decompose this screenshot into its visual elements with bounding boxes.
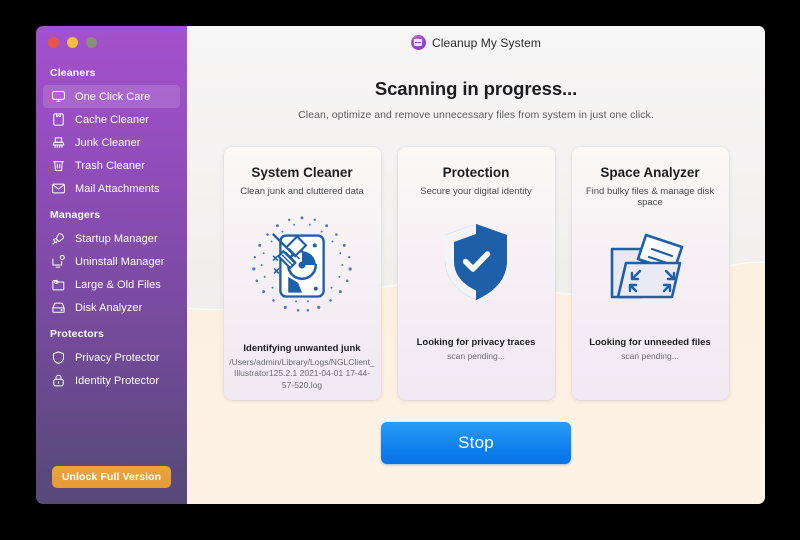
card-detail: scan pending... [621, 350, 679, 361]
folder-clock-icon [50, 276, 67, 293]
card-space-analyzer[interactable]: Space Analyzer Find bulky files & manage… [571, 147, 729, 400]
screen: Cleaners One Click Care Cache Cleaner Ju… [0, 0, 800, 540]
sidebar-item-label: Trash Cleaner [75, 159, 145, 172]
card-footer: Looking for unneeded files scan pending.… [572, 337, 729, 400]
sidebar-item-label: One Click Care [75, 90, 151, 103]
sidebar-item-label: Large & Old Files [75, 278, 161, 291]
app-title: Cleanup My System [431, 35, 542, 50]
sidebar-item-label: Privacy Protector [75, 351, 160, 364]
rocket-icon [50, 230, 67, 247]
sidebar-group-title-cleaners: Cleaners [50, 67, 96, 79]
envelope-icon [50, 180, 67, 197]
sidebar-group-title-protectors: Protectors [50, 328, 105, 340]
sidebar-item-label: Disk Analyzer [75, 301, 143, 314]
sidebar: Cleaners One Click Care Cache Cleaner Ju… [36, 26, 187, 504]
sidebar-item-large-and-old-files[interactable]: Large & Old Files [43, 273, 180, 296]
zoom-button[interactable] [86, 37, 97, 48]
sidebar-item-label: Identity Protector [75, 374, 160, 387]
action-bar: Stop [187, 422, 765, 464]
sidebar-item-one-click-care[interactable]: One Click Care [43, 85, 180, 108]
sidebar-item-mail-attachments[interactable]: Mail Attachments [43, 177, 180, 200]
app-titlebar: Cleanup My System [187, 26, 765, 59]
monitor-icon [50, 88, 67, 105]
unlock-full-version-button[interactable]: Unlock Full Version [52, 466, 171, 488]
close-button[interactable] [48, 37, 59, 48]
card-detail: scan pending... [447, 350, 505, 361]
trash-icon [50, 157, 67, 174]
sidebar-item-privacy-protector[interactable]: Privacy Protector [43, 346, 180, 369]
card-status: Looking for privacy traces [416, 336, 536, 348]
broom-icon [50, 134, 67, 151]
sidebar-item-identity-protector[interactable]: Identity Protector [43, 369, 180, 392]
card-title: Protection [442, 165, 510, 180]
broom-disk-scan-icon [224, 191, 381, 342]
sidebar-item-label: Mail Attachments [75, 182, 160, 195]
minimize-button[interactable] [67, 37, 78, 48]
monitor-gear-icon [50, 253, 67, 270]
sidebar-item-label: Cache Cleaner [75, 113, 150, 126]
page-subtitle: Clean, optimize and remove unnecessary f… [298, 109, 654, 121]
sidebar-item-cache-cleaner[interactable]: Cache Cleaner [43, 108, 180, 131]
sidebar-item-label: Junk Cleaner [75, 136, 141, 149]
card-protection[interactable]: Protection Secure your digital identity [397, 147, 555, 400]
sidebar-group-title-managers: Managers [50, 209, 101, 221]
card-footer: Looking for privacy traces scan pending.… [398, 337, 555, 400]
main-content: Cleanup My System Scanning in progress..… [187, 26, 765, 504]
shield-icon [50, 349, 67, 366]
sidebar-item-label: Uninstall Manager [75, 255, 165, 268]
folder-expand-icon [572, 199, 729, 337]
sidebar-item-junk-cleaner[interactable]: Junk Cleaner [43, 131, 180, 154]
page-title: Scanning in progress... [374, 78, 578, 99]
content-layer: Cleanup My System Scanning in progress..… [187, 26, 765, 504]
sidebar-footer: Unlock Full Version [36, 466, 187, 504]
card-title: System Cleaner [251, 165, 353, 180]
app-window: Cleaners One Click Care Cache Cleaner Ju… [36, 26, 765, 504]
card-footer: Identifying unwanted junk /Users/admin/L… [224, 343, 381, 400]
app-logo-icon [410, 35, 426, 50]
sidebar-item-uninstall-manager[interactable]: Uninstall Manager [43, 250, 180, 273]
card-status: Looking for unneeded files [589, 336, 711, 348]
window-controls [36, 26, 187, 48]
stop-button[interactable]: Stop [381, 422, 571, 464]
card-detail: /Users/admin/Library/Logs/NGLClient_Illu… [229, 356, 375, 390]
sidebar-item-label: Startup Manager [75, 232, 158, 245]
card-status: Identifying unwanted junk [243, 342, 361, 354]
card-title: Space Analyzer [600, 165, 700, 180]
shield-check-icon [398, 187, 555, 336]
lock-icon [50, 372, 67, 389]
cache-box-icon [50, 111, 67, 128]
sidebar-item-trash-cleaner[interactable]: Trash Cleaner [43, 154, 180, 177]
sidebar-item-startup-manager[interactable]: Startup Manager [43, 227, 180, 250]
sidebar-item-disk-analyzer[interactable]: Disk Analyzer [43, 296, 180, 319]
disk-icon [50, 299, 67, 316]
card-system-cleaner[interactable]: System Cleaner Clean junk and cluttered … [223, 147, 381, 400]
module-cards: System Cleaner Clean junk and cluttered … [187, 147, 765, 400]
sidebar-nav: Cleaners One Click Care Cache Cleaner Ju… [36, 48, 187, 466]
